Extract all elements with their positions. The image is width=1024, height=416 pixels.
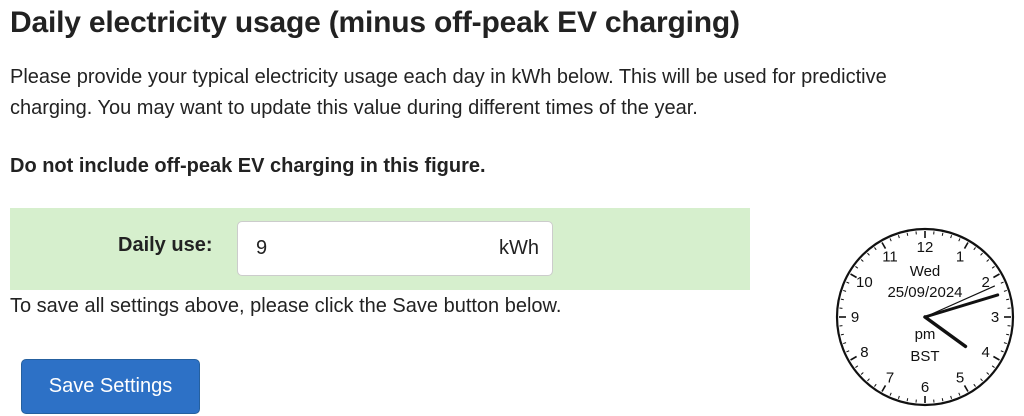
clock-number: 5 xyxy=(956,370,964,387)
save-instructions: To save all settings above, please click… xyxy=(10,295,562,317)
clock-number: 6 xyxy=(921,379,929,396)
clock-date: 25/09/2024 xyxy=(887,284,962,301)
clock-minute-tick xyxy=(840,298,844,301)
clock-meridiem: pm xyxy=(915,326,936,343)
save-settings-button[interactable]: Save Settings xyxy=(21,359,200,414)
daily-use-label: Daily use: xyxy=(118,234,213,256)
clock-number: 1 xyxy=(956,248,964,265)
clock-number: 11 xyxy=(882,248,898,265)
clock-face-icon: 121234567891011 Wed 25/09/2024 pm BST xyxy=(835,227,1015,407)
clock-number: 8 xyxy=(860,344,868,361)
clock-number: 3 xyxy=(991,309,999,326)
clock-day: Wed xyxy=(910,263,941,280)
clock-timezone: BST xyxy=(910,348,939,365)
analog-clock: 12 1 2 3 4 5 6 7 8 9 10 11 Wed 25/09/2024 pm BST xyxy=(834,226,1016,408)
page-title: Daily electricity usage (minus off-peak … xyxy=(10,6,740,39)
clock-number: 7 xyxy=(886,370,894,387)
clock-number: 4 xyxy=(981,344,989,361)
clock-number: 12 xyxy=(917,239,934,256)
settings-page: Daily electricity usage (minus off-peak … xyxy=(0,0,1024,416)
clock-minute-tick xyxy=(840,333,844,336)
warning-text: Do not include off-peak EV charging in t… xyxy=(10,155,486,177)
daily-use-input[interactable] xyxy=(238,222,478,275)
clock-number: 9 xyxy=(851,309,859,326)
kwh-unit-label: kWh xyxy=(499,237,539,259)
clock-minute-tick xyxy=(941,398,944,402)
clock-minute-tick xyxy=(1006,333,1010,336)
clock-minute-tick xyxy=(1006,298,1010,301)
daily-use-input-group: kWh xyxy=(237,221,553,276)
clock-minute-tick xyxy=(941,232,944,236)
clock-minute-tick xyxy=(906,398,909,402)
clock-number: 10 xyxy=(856,274,873,291)
section-description: Please provide your typical electricity … xyxy=(10,66,887,119)
clock-minute-tick xyxy=(906,232,909,236)
